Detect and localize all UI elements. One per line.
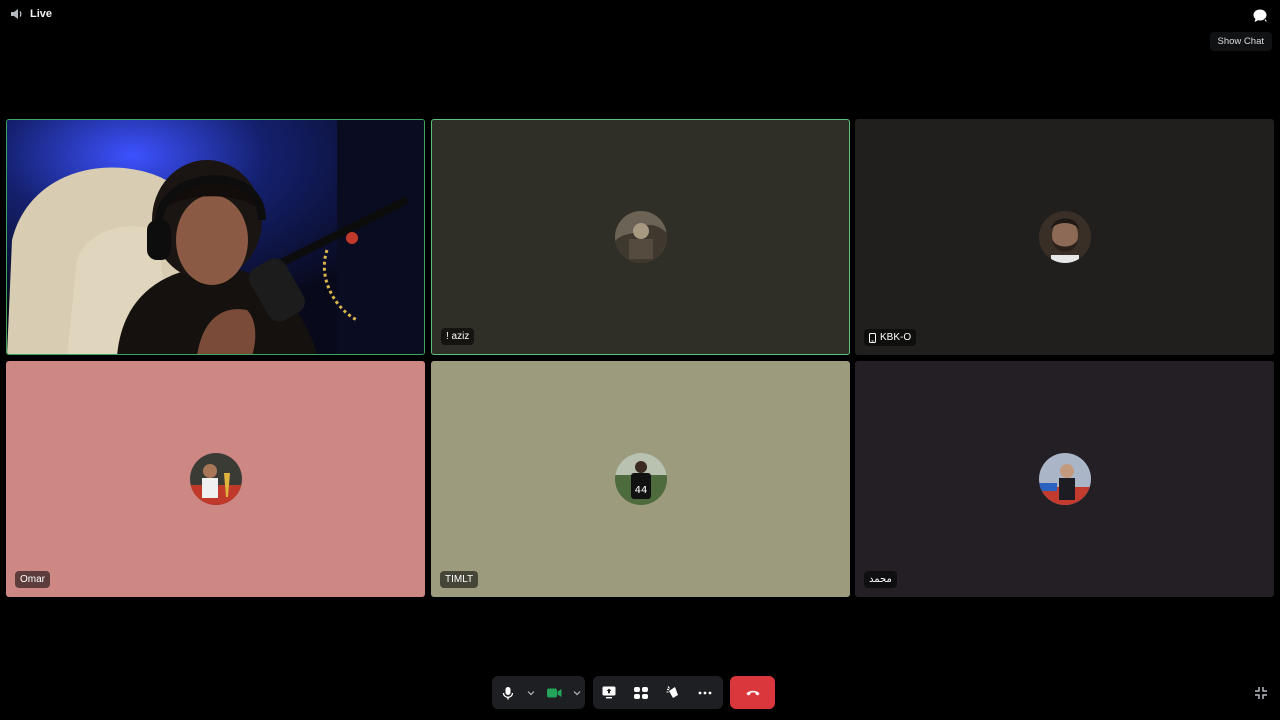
soundboard-button[interactable] xyxy=(657,676,689,709)
activities-button[interactable] xyxy=(625,676,657,709)
camera-icon xyxy=(546,688,561,697)
avatar xyxy=(614,211,667,263)
mobile-icon xyxy=(869,332,876,343)
camera-options-chevron[interactable] xyxy=(570,676,584,709)
participant-tile[interactable]: ! aziz xyxy=(431,119,850,355)
av-controls-group xyxy=(492,676,585,709)
participant-name: Omar xyxy=(15,571,50,588)
participant-name: TIMLT xyxy=(440,571,479,588)
svg-text:44: 44 xyxy=(634,485,647,496)
call-controls xyxy=(0,676,1280,710)
video-tile-camera[interactable] xyxy=(6,119,425,355)
avatar xyxy=(1038,453,1091,505)
participant-name: محمد xyxy=(864,571,897,588)
mute-button[interactable] xyxy=(492,676,524,709)
participant-tile[interactable]: محمد xyxy=(855,361,1274,597)
more-icon xyxy=(698,691,712,694)
participant-tile[interactable]: Omar xyxy=(6,361,425,597)
screen-share-icon xyxy=(602,686,616,699)
soundboard-icon xyxy=(666,685,678,698)
more-button[interactable] xyxy=(689,676,721,709)
show-chat-button[interactable] xyxy=(1252,8,1268,24)
avatar xyxy=(189,453,242,505)
disconnect-button[interactable] xyxy=(730,676,775,709)
camera-feed xyxy=(7,120,424,354)
exit-fullscreen-button[interactable] xyxy=(1254,686,1268,700)
camera-button[interactable] xyxy=(538,676,570,709)
live-indicator: Live xyxy=(10,8,52,20)
participant-name: KBK-O xyxy=(864,329,917,346)
speaker-icon xyxy=(11,9,22,19)
live-label: Live xyxy=(30,8,53,20)
mic-options-chevron[interactable] xyxy=(524,676,538,709)
activities-icon xyxy=(634,686,648,699)
microphone-icon xyxy=(502,686,514,699)
chevron-down-icon xyxy=(527,690,535,695)
chevron-down-icon xyxy=(573,690,581,695)
participant-name: ! aziz xyxy=(441,328,475,345)
show-chat-tooltip: Show Chat xyxy=(1209,32,1272,51)
screen-share-button[interactable] xyxy=(593,676,625,709)
participant-tile[interactable]: KBK-O xyxy=(855,119,1274,355)
avatar: 44 xyxy=(614,453,667,505)
participant-tile[interactable]: 44 TIMLT xyxy=(431,361,850,597)
hang-up-icon xyxy=(746,690,759,696)
activity-controls-group xyxy=(593,676,723,709)
avatar xyxy=(1038,211,1091,263)
